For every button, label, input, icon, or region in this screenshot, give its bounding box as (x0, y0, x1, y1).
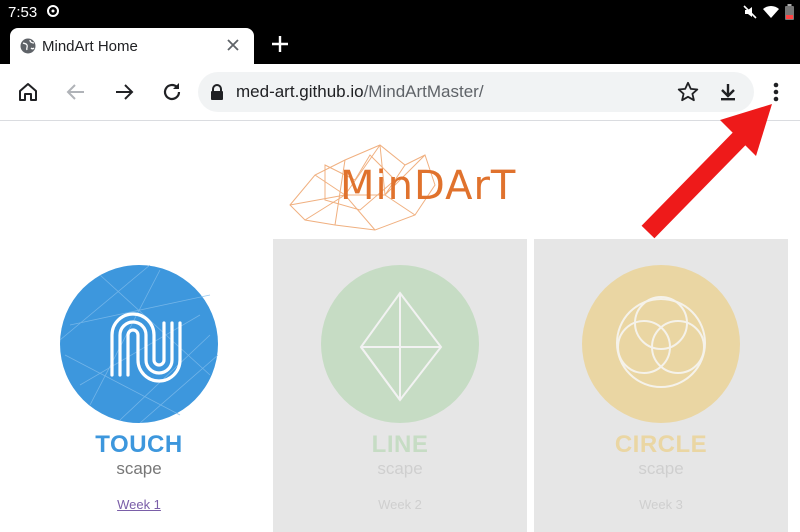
circle-scape-icon (582, 265, 740, 423)
status-bar: 7:53 (0, 0, 800, 26)
card-subtitle: scape (638, 459, 684, 478)
status-time: 7:53 (8, 4, 38, 21)
url-path: /MindArtMaster/ (363, 82, 484, 101)
card-subtitle: scape (377, 459, 423, 478)
card-title: CIRCLE (614, 431, 708, 458)
lock-icon (211, 84, 223, 100)
new-tab-plus-icon[interactable] (270, 34, 290, 54)
week-1-link[interactable]: Week 1 (12, 497, 266, 512)
home-icon[interactable] (16, 80, 40, 104)
card-line-scape[interactable]: LINE scape Week 2 (273, 239, 527, 532)
card-subtitle: scape (116, 459, 162, 478)
forward-arrow-icon[interactable] (112, 80, 136, 104)
card-title: LINE (371, 431, 429, 458)
card-circle-scape[interactable]: CIRCLE scape Week 3 (534, 239, 788, 532)
close-tab-icon[interactable] (224, 36, 242, 54)
scape-cards: TOUCH scape Week 1 LINE scape Week 2 CIR… (12, 239, 788, 532)
sync-icon (47, 5, 59, 17)
mindart-logo: MinDArT (285, 135, 525, 235)
mute-icon (743, 5, 757, 19)
logo-text: MinDArT (340, 163, 517, 209)
week-2-link[interactable]: Week 2 (273, 497, 527, 512)
reload-icon[interactable] (160, 80, 184, 104)
globe-icon (20, 38, 36, 54)
url-text: med-art.github.io/MindArtMaster/ (236, 82, 484, 102)
annotation-arrow-icon (641, 104, 772, 239)
wifi-icon (763, 5, 779, 19)
tab-mindart-home[interactable]: MindArt Home (10, 28, 254, 64)
tab-title: MindArt Home (42, 38, 138, 55)
week-3-link[interactable]: Week 3 (534, 497, 788, 512)
line-scape-icon (321, 265, 479, 423)
card-title: TOUCH (95, 431, 183, 458)
url-host: med-art.github.io (236, 82, 364, 101)
tab-strip: MindArt Home (0, 26, 800, 64)
back-arrow-icon[interactable] (64, 80, 88, 104)
battery-icon (785, 4, 794, 20)
card-touch-scape[interactable]: TOUCH scape Week 1 (12, 239, 266, 532)
touch-scape-icon (60, 265, 218, 423)
